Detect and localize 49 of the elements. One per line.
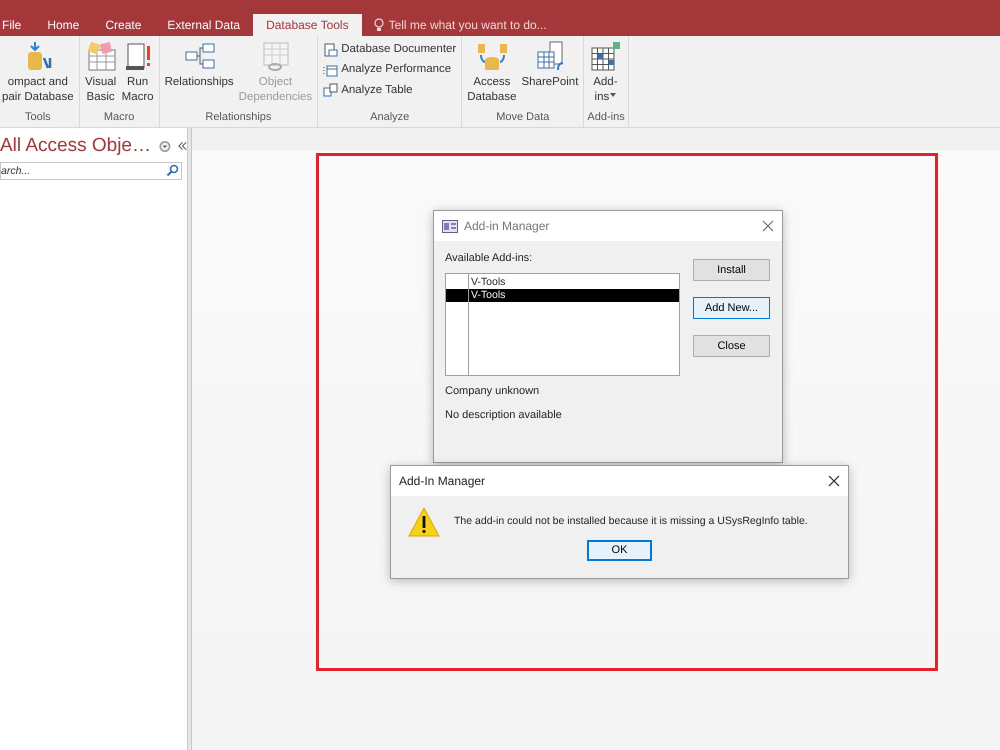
form-icon bbox=[84, 40, 117, 72]
collapse-icon[interactable] bbox=[178, 141, 187, 151]
company-text: Company unknown bbox=[445, 384, 540, 398]
dialog-title: Add-in Manager bbox=[464, 218, 550, 235]
ribbon-button[interactable]: Analyze Performance bbox=[321, 60, 458, 80]
ribbon-button[interactable]: Access Database bbox=[465, 40, 518, 105]
group-label: Relationships bbox=[204, 110, 272, 125]
tell-me-field[interactable]: Tell me what you want to do... bbox=[388, 14, 547, 36]
ribbon-tab[interactable]: External Data bbox=[154, 14, 254, 36]
ribbon-button[interactable]: Database Documenter bbox=[321, 40, 458, 60]
pane-title: All Access Obje… bbox=[0, 134, 151, 158]
group-label: Macro bbox=[102, 110, 136, 125]
dialog-title: Add-In Manager bbox=[399, 473, 486, 490]
tables-icon bbox=[323, 83, 338, 98]
search-icon[interactable] bbox=[166, 164, 179, 177]
group-label: Add-ins bbox=[587, 110, 625, 125]
group-label: Move Data bbox=[495, 110, 550, 125]
ribbon-tab[interactable]: Create bbox=[92, 14, 154, 36]
dropdown-icon[interactable] bbox=[159, 140, 171, 152]
list-box[interactable]: V-Tools V-Tools bbox=[445, 272, 680, 376]
ribbon-button[interactable]: Add- ins bbox=[587, 40, 624, 105]
ribbon-button[interactable]: ompact and pair Database bbox=[0, 40, 76, 105]
ribbon-tab[interactable]: File bbox=[0, 14, 34, 36]
caret-icon bbox=[610, 93, 616, 98]
grid-icon bbox=[589, 40, 622, 72]
dialog-button[interactable]: Add New... bbox=[693, 297, 770, 319]
ribbon-button[interactable]: Relationships bbox=[162, 40, 236, 90]
close-icon[interactable] bbox=[828, 475, 840, 487]
ribbon-tab[interactable]: Database Tools bbox=[253, 14, 362, 36]
table-dots-icon bbox=[323, 62, 338, 77]
description-text: No description available bbox=[445, 408, 563, 423]
dialog-button[interactable]: Close bbox=[693, 335, 770, 357]
error-message: The add-in could not be installed because it is missing a USysRegInfo table. bbox=[454, 514, 808, 530]
group-label: Analyze bbox=[369, 110, 410, 125]
list-item[interactable]: V-Tools bbox=[446, 276, 679, 288]
list-label: Available Add-ins: bbox=[445, 251, 534, 266]
lightbulb-icon bbox=[374, 18, 384, 32]
ok-button[interactable]: OK bbox=[587, 540, 652, 561]
group-label: Tools bbox=[24, 110, 52, 125]
ribbon-tab[interactable]: Home bbox=[34, 14, 92, 36]
ribbon-button[interactable]: Analyze Table bbox=[321, 80, 458, 100]
warning-icon bbox=[408, 507, 440, 537]
list-item[interactable]: V-Tools bbox=[446, 288, 679, 302]
search-field[interactable]: arch... bbox=[0, 162, 182, 180]
ribbon-button[interactable]: SharePoint bbox=[519, 40, 580, 90]
dialog-button[interactable]: Install bbox=[693, 259, 770, 281]
ribbon-button[interactable]: Visual Basic bbox=[82, 40, 119, 105]
form-icon bbox=[442, 220, 458, 232]
ribbon-button[interactable]: Run Macro bbox=[120, 40, 156, 105]
